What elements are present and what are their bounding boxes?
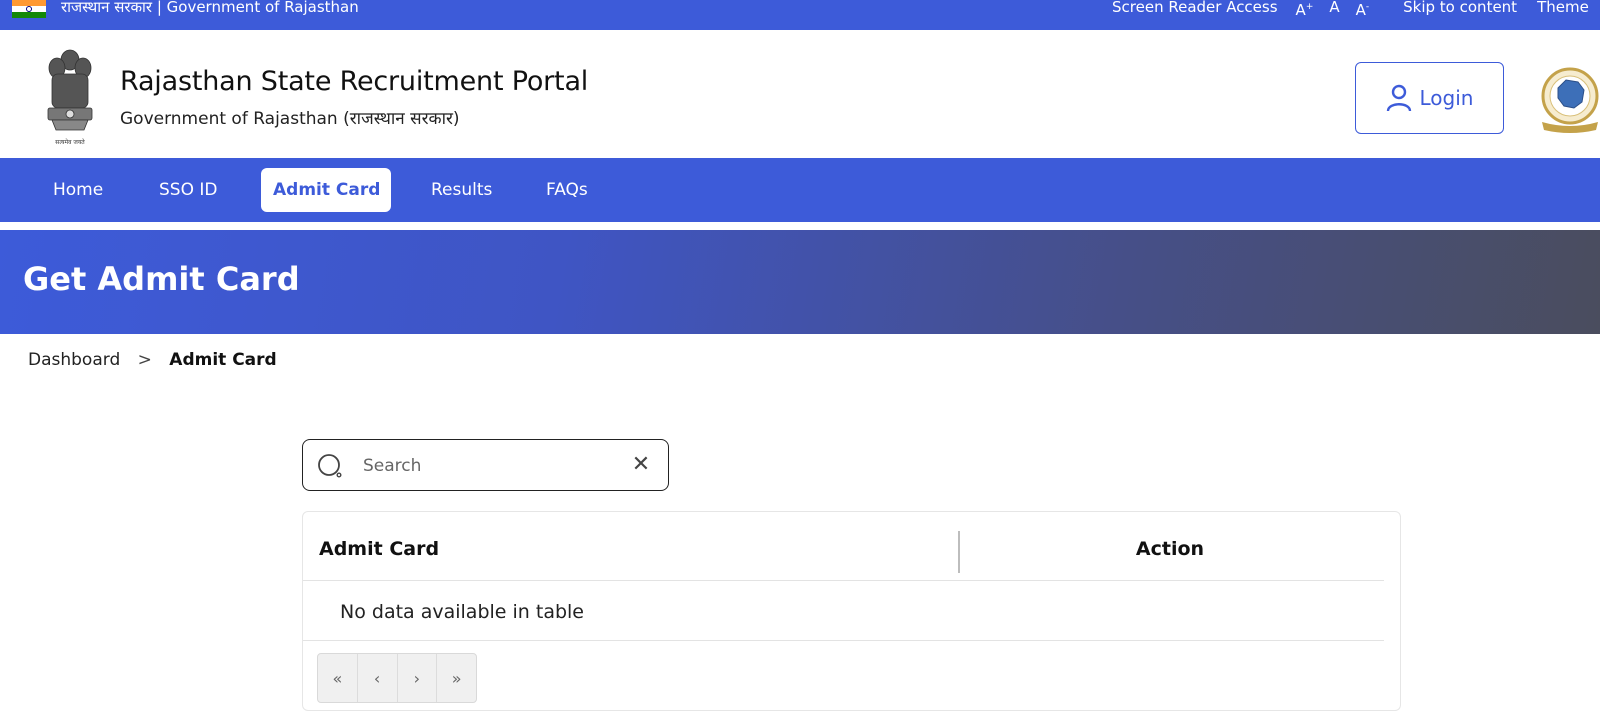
site-header: सत्यमेव जयते Rajasthan State Recruitment… <box>0 30 1600 158</box>
column-header-action[interactable]: Action <box>960 538 1380 560</box>
empty-table-message: No data available in table <box>340 601 584 623</box>
nav-results[interactable]: Results <box>419 168 504 212</box>
font-decrease-button[interactable]: A- <box>1356 0 1370 18</box>
close-icon[interactable]: ✕ <box>630 454 652 476</box>
government-label: राजस्थान सरकार | Government of Rajasthan <box>61 0 359 16</box>
breadcrumb-current: Admit Card <box>169 350 277 370</box>
page-title: Get Admit Card <box>23 260 300 298</box>
skip-to-content-link[interactable]: Skip to content <box>1403 0 1517 17</box>
nav-faqs[interactable]: FAQs <box>534 168 600 212</box>
nav-sso-id[interactable]: SSO ID <box>147 168 229 212</box>
user-icon <box>1386 84 1411 112</box>
header-divider <box>303 580 1384 581</box>
nav-admit-card[interactable]: Admit Card <box>261 168 391 212</box>
theme-toggle[interactable]: Theme <box>1537 0 1589 17</box>
search-box: ✕ <box>302 439 669 491</box>
accessibility-links: Screen Reader Access A+ A A- Skip to con… <box>1112 0 1589 18</box>
breadcrumb-separator: > <box>137 350 152 370</box>
login-label: Login <box>1419 86 1474 110</box>
search-icon <box>318 454 342 478</box>
nav-home[interactable]: Home <box>41 168 115 212</box>
ashoka-emblem-icon: सत्यमेव जयते <box>47 49 93 146</box>
top-utility-bar: राजस्थान सरकार | Government of Rajasthan… <box>0 0 1600 30</box>
login-button[interactable]: Login <box>1355 62 1504 134</box>
pager-last-button[interactable]: » <box>437 654 476 702</box>
breadcrumb: Dashboard > Admit Card <box>28 350 277 370</box>
admit-card-table: Admit Card Action No data available in t… <box>302 511 1401 711</box>
pager-prev-button[interactable]: ‹ <box>358 654 398 702</box>
row-divider <box>303 640 1384 641</box>
page-banner: Get Admit Card <box>0 230 1600 334</box>
font-normal-button[interactable]: A <box>1329 0 1339 17</box>
column-header-admit-card[interactable]: Admit Card <box>319 538 439 560</box>
font-increase-button[interactable]: A+ <box>1296 0 1314 18</box>
main-nav: Home SSO ID Admit Card Results FAQs <box>0 158 1600 222</box>
portal-subtitle: Government of Rajasthan (राजस्थान सरकार) <box>120 109 460 129</box>
breadcrumb-dashboard-link[interactable]: Dashboard <box>28 350 120 370</box>
pager-next-button[interactable]: › <box>398 654 438 702</box>
screen-reader-access-link[interactable]: Screen Reader Access <box>1112 0 1278 17</box>
search-input[interactable] <box>361 452 601 480</box>
pager-first-button[interactable]: « <box>318 654 358 702</box>
portal-title: Rajasthan State Recruitment Portal <box>120 66 589 97</box>
rajasthan-map-seal-icon <box>1541 67 1599 133</box>
india-flag-icon <box>12 0 46 18</box>
emblem-motto: सत्यमेव जयते <box>55 138 85 146</box>
pagination: « ‹ › » <box>317 653 477 703</box>
